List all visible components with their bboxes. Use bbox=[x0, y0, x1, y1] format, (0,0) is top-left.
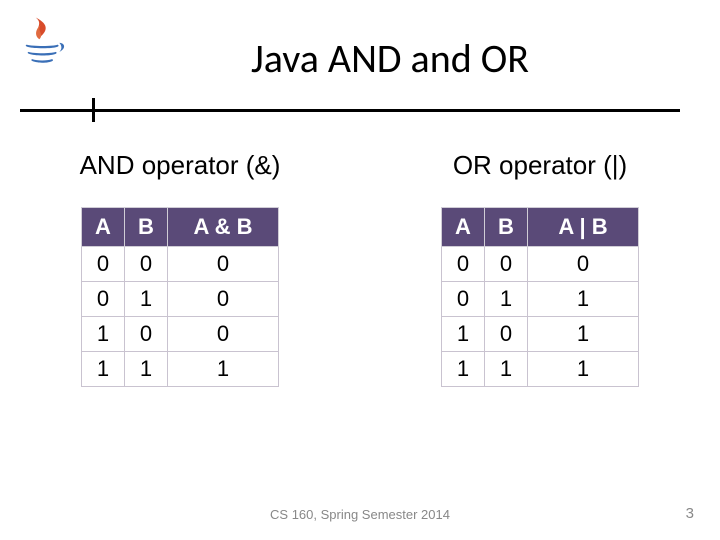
table-row: 1 1 1 bbox=[442, 352, 639, 387]
and-heading: AND operator (&) bbox=[30, 150, 330, 181]
col-header-a: A bbox=[82, 208, 125, 247]
col-header-result: A & B bbox=[168, 208, 279, 247]
or-column: OR operator (|) A B A | B 0 0 0 0 1 1 bbox=[390, 150, 690, 387]
col-header-b: B bbox=[125, 208, 168, 247]
or-truth-table: A B A | B 0 0 0 0 1 1 1 0 1 bbox=[441, 207, 639, 387]
col-header-result: A | B bbox=[528, 208, 639, 247]
table-row: 1 0 0 bbox=[82, 317, 279, 352]
table-row: A B A | B bbox=[442, 208, 639, 247]
slide: Java AND and OR AND operator (&) A B A &… bbox=[0, 0, 720, 540]
table-row: 0 1 1 bbox=[442, 282, 639, 317]
table-row: A B A & B bbox=[82, 208, 279, 247]
table-row: 0 0 0 bbox=[82, 247, 279, 282]
and-truth-table: A B A & B 0 0 0 0 1 0 1 0 0 bbox=[81, 207, 279, 387]
table-row: 1 1 1 bbox=[82, 352, 279, 387]
table-row: 0 0 0 bbox=[442, 247, 639, 282]
col-header-b: B bbox=[485, 208, 528, 247]
table-row: 0 1 0 bbox=[82, 282, 279, 317]
java-logo-icon bbox=[14, 12, 72, 70]
table-row: 1 0 1 bbox=[442, 317, 639, 352]
slide-body: AND operator (&) A B A & B 0 0 0 0 1 0 bbox=[0, 150, 720, 387]
slide-title: Java AND and OR bbox=[100, 34, 680, 83]
page-number: 3 bbox=[686, 505, 694, 522]
and-column: AND operator (&) A B A & B 0 0 0 0 1 0 bbox=[30, 150, 330, 387]
or-heading: OR operator (|) bbox=[390, 150, 690, 181]
footer-text: CS 160, Spring Semester 2014 bbox=[0, 507, 720, 522]
title-rule bbox=[20, 98, 680, 122]
col-header-a: A bbox=[442, 208, 485, 247]
